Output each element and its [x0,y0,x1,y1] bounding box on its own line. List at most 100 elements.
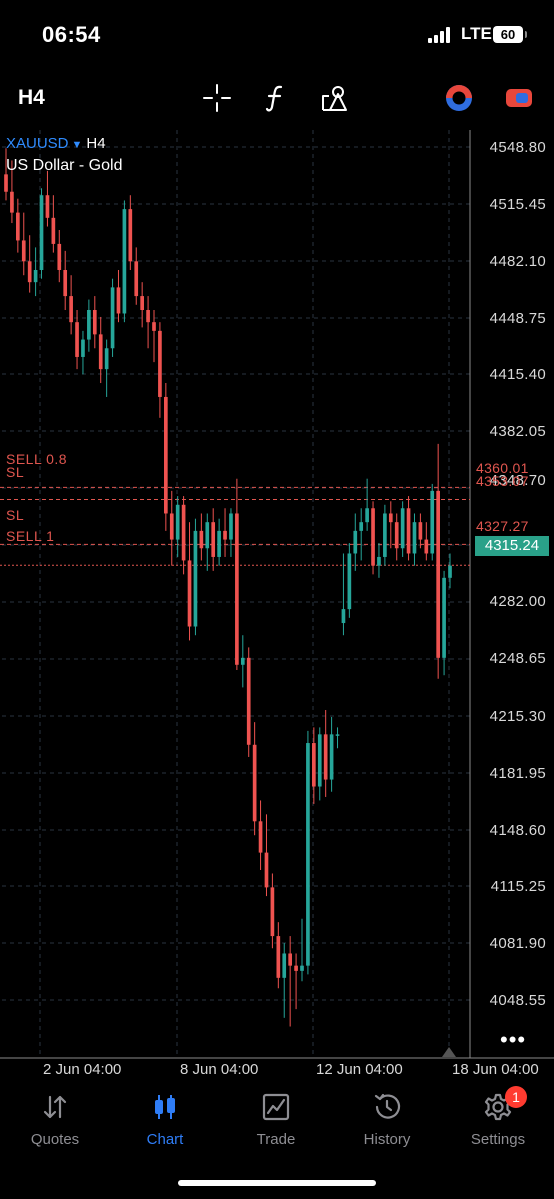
status-bar: 06:54 LTE 60 [0,0,554,70]
candlesticks-icon [155,1095,175,1119]
candle-body [98,334,103,370]
candle-body [116,287,121,314]
candle-body [258,821,263,853]
account-icon[interactable] [443,82,475,114]
candle-body [246,657,251,745]
level-price-sl-upper: 4353.07 [476,473,529,489]
time-label: 8 Jun 04:00 [180,1061,259,1078]
candle-body [187,560,192,627]
candle-body [169,513,174,540]
candle-body [347,553,352,610]
cellular-signal-icon [428,27,454,43]
candle-body [175,504,180,540]
candle-body [442,577,446,658]
history-clock-icon [374,1093,401,1119]
price-axis-label: 4215.30 [489,708,546,725]
candle-body [57,243,62,270]
timeframe-selector[interactable]: H4 [18,86,45,110]
price-chart[interactable]: XAUUSD ▼ H4 US Dollar - Gold 4548.80 4515.4… [0,130,554,1078]
price-axis-label: 4515.45 [489,196,546,213]
candle-body [270,887,275,937]
level-label-sl-upper: SL [6,464,25,480]
time-label: 18 Jun 04:00 [452,1061,539,1078]
candle-body [63,270,68,297]
current-price-tag: 4315.24 [475,536,549,556]
candle-body [164,396,168,514]
candle-body [353,530,358,554]
trade-toggle-icon[interactable] [503,82,535,114]
candle-body [87,310,91,340]
tab-settings[interactable]: 1 Settings [443,1086,553,1158]
candle-body [317,734,322,787]
candle-body [33,270,38,283]
tab-trade[interactable]: Trade [221,1088,331,1158]
tab-chart[interactable]: Chart [110,1088,220,1158]
candle-body [110,287,115,349]
candle-body [329,734,334,780]
candle-body [306,743,310,966]
candle-body [223,530,227,540]
scroll-marker-icon [442,1047,456,1057]
notification-badge: 1 [505,1086,527,1108]
candlestick-chart[interactable] [0,130,554,1060]
level-label-sl-lower: SL [6,507,25,523]
candle-body [45,195,50,218]
symbol-dropdown-icon[interactable]: ▼ [72,139,83,151]
function-icon[interactable] [260,82,292,114]
crosshair-icon[interactable] [201,82,233,114]
status-time: 06:54 [42,22,101,47]
candle-body [51,217,56,244]
candle-body [27,261,32,283]
tab-label: History [363,1131,411,1148]
level-label-sell-1: SELL 1 [6,528,55,544]
candle-body [4,174,8,192]
candle-body [128,209,133,262]
objects-icon[interactable] [318,82,350,114]
candle-body [276,936,281,978]
price-axis-label: 4382.05 [489,423,546,440]
candle-body [217,530,221,557]
symbol-name[interactable]: XAUUSD [6,135,69,152]
price-axis-label: 4148.60 [489,822,546,839]
candle-body [199,530,204,549]
battery-icon: 60 [493,26,527,43]
symbol-timeframe: H4 [86,135,106,152]
candle-body [69,296,73,323]
candle-body [229,513,233,540]
level-price-sl-lower: 4327.27 [476,518,529,534]
symbol-header[interactable]: XAUUSD ▼ H4 [6,135,106,152]
candle-body [240,657,245,665]
candle-body [400,508,405,549]
candle-body [312,743,316,787]
candle-body [158,330,162,397]
candle-body [430,490,435,554]
candle-body [152,322,156,331]
more-options-icon[interactable]: ••• [500,1027,526,1053]
candle-body [341,609,346,624]
price-axis-label: 4181.95 [489,765,546,782]
candle-body [134,261,139,297]
candle-body [10,191,14,213]
price-axis-label: 4048.55 [489,992,546,1009]
candle-body [335,734,340,736]
price-axis-label: 4248.65 [489,650,546,667]
tab-history[interactable]: History [332,1088,442,1158]
candle-body [235,513,239,665]
candle-body [264,852,269,888]
candle-body [436,490,440,658]
candle-body [92,310,97,335]
candle-body [377,556,381,566]
arrows-up-down-icon [43,1095,67,1119]
candle-body [406,508,411,554]
tab-quotes[interactable]: Quotes [0,1088,110,1158]
trade-chart-icon [262,1093,290,1121]
price-axis-label: 4282.00 [489,593,546,610]
candle-body [39,195,44,270]
candle-body [81,339,85,357]
candle-body [365,508,369,523]
tab-label: Trade [256,1131,296,1148]
candle-body [193,530,198,627]
price-axis-label: 4548.80 [489,139,546,156]
price-axis-label: 4415.40 [489,366,546,383]
candle-body [181,504,186,561]
